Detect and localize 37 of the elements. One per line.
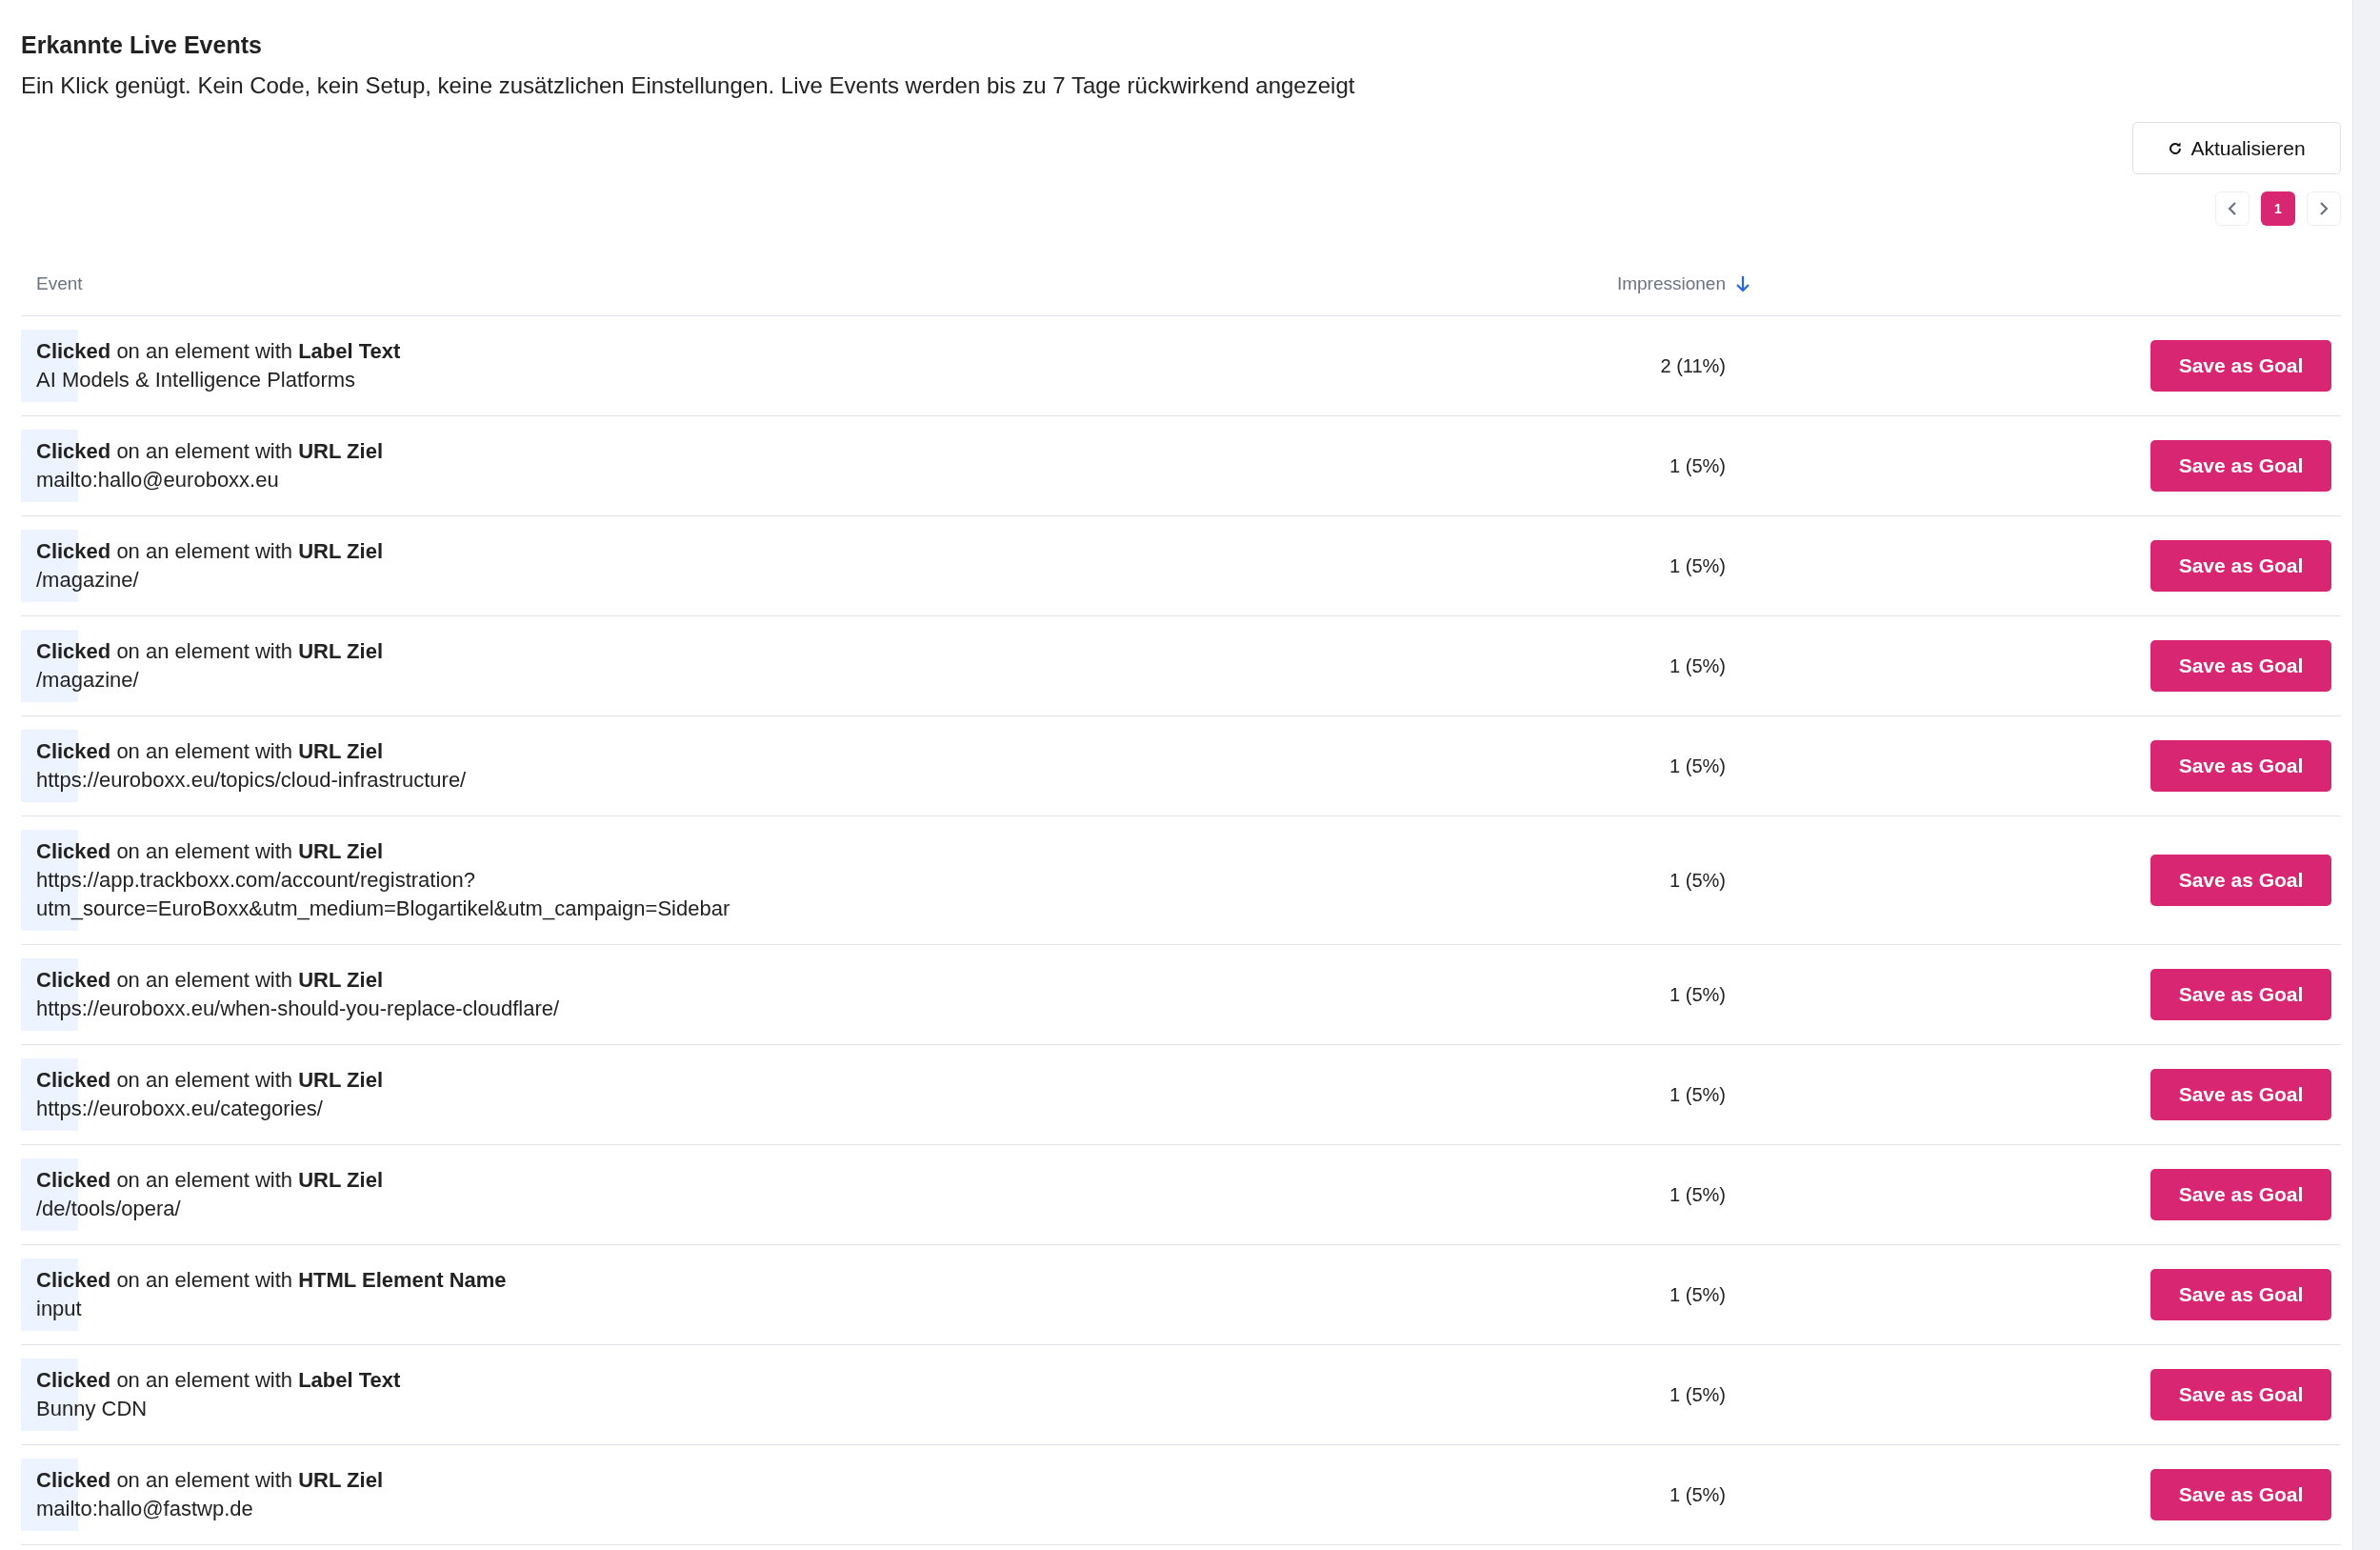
refresh-icon [2168,140,2184,156]
page-button[interactable]: 1 [2261,191,2295,226]
page-description: Ein Klick genügt. Kein Code, kein Setup, keine zusätzlichen Einstellungen. Live Events werden bis zu 7 Tage rückwirkend angezeigt [21,71,1355,100]
save-as-goal-button[interactable]: Save as Goal [2150,1169,2331,1220]
save-as-goal-button[interactable]: Save as Goal [2150,540,2331,592]
save-as-goal-button[interactable]: Save as Goal [2150,740,2331,792]
save-as-goal-button[interactable]: Save as Goal [2150,969,2331,1020]
impressions-cell-text: 1 (5%) [1669,1083,1727,1106]
impressions-cell-text: 1 (5%) [1669,554,1727,577]
impressions-cell-text: 1 (5%) [1669,983,1727,1006]
save-as-goal-button[interactable]: Save as Goal [2150,1469,2331,1520]
save-as-goal-button[interactable]: Save as Goal [2150,440,2331,492]
chevron-right-icon [2318,201,2330,216]
scrollbar[interactable] [2352,0,2380,1550]
save-as-goal-button[interactable]: Save as Goal [2150,640,2331,692]
save-as-goal-button[interactable]: Save as Goal [2150,1069,2331,1120]
impressions-cell-text: 1 (5%) [1669,1383,1727,1406]
impressions-cell-text: 1 (5%) [1669,454,1727,477]
save-as-goal-button[interactable]: Save as Goal [2150,855,2331,906]
impressions-cell-text: 1 (5%) [1669,755,1727,777]
previous-page-button[interactable] [2215,191,2250,226]
sort-down-arrow-icon [1735,274,1750,293]
save-as-goal-button[interactable]: Save as Goal [2150,1369,2331,1420]
column-header[interactable]: Event [36,273,83,294]
column-header[interactable]: Impressionen [1616,273,1750,294]
chevron-left-icon [2227,201,2238,216]
refresh-button[interactable]: Aktualisieren [2132,122,2341,174]
save-as-goal-button[interactable]: Save as Goal [2150,1269,2331,1320]
save-as-goal-button[interactable]: Save as Goal [2150,340,2331,392]
impressions-cell-text: 1 (5%) [1669,654,1727,677]
impressions-cell-text: 1 (5%) [1669,1483,1727,1506]
page-title: Erkannte Live Events [21,30,262,60]
next-page-button[interactable] [2307,191,2341,226]
impressions-cell-text: 1 (5%) [1669,1283,1727,1306]
impressions-cell-text: 1 (5%) [1669,869,1727,892]
impressions-cell-text: 2 (11%) [1659,354,1727,377]
impressions-cell-text: 1 (5%) [1669,1183,1727,1206]
